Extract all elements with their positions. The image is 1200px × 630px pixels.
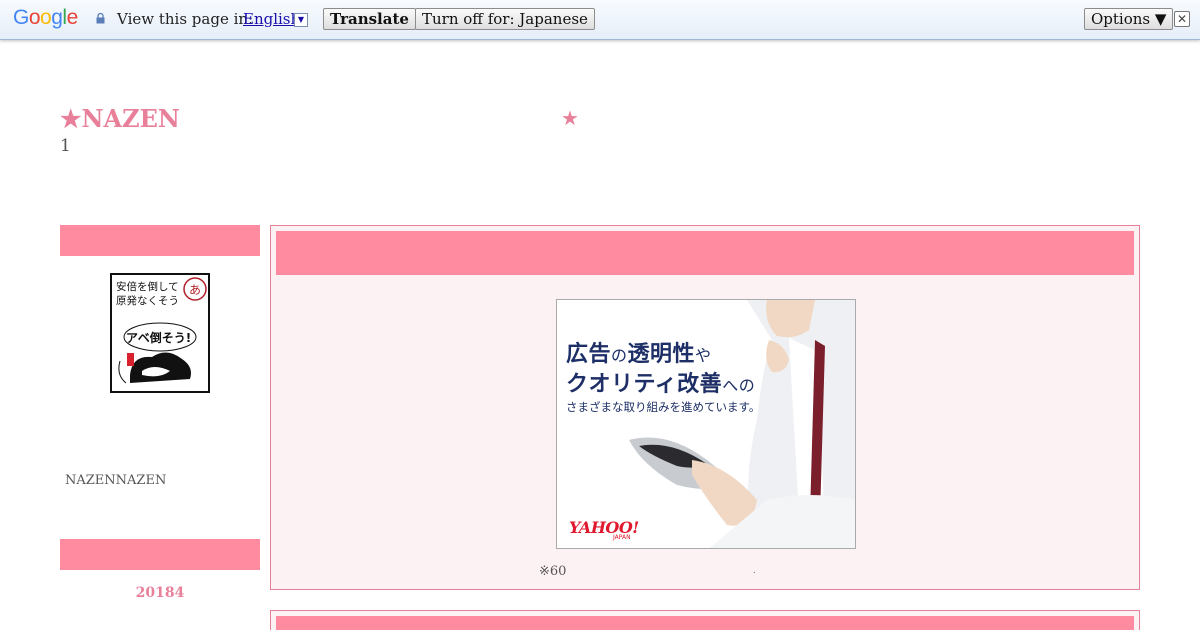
translate-bar: Google View this page in: English ▼ Tran… [0, 0, 1200, 40]
blog-description: 1 [60, 136, 71, 156]
blog-title[interactable]: ★NAZEN [60, 104, 180, 133]
sidebar-profile-header [60, 225, 260, 256]
post-header-2 [276, 616, 1134, 630]
turn-off-button[interactable]: Turn off for: Japanese [415, 8, 595, 30]
post-header [276, 231, 1134, 275]
svg-text:安倍を倒して: 安倍を倒して [116, 280, 179, 293]
view-page-label: View this page in: [117, 10, 254, 28]
ad-headline-2: クオリティ改善への [566, 372, 756, 397]
language-link[interactable]: English [243, 10, 300, 28]
svg-text:原発なくそう: 原発なくそう [116, 294, 179, 307]
ad-headline-1: 広告の透明性や [566, 342, 712, 367]
yahoo-ad-banner[interactable]: 広告の透明性や クオリティ改善への さまざまな取り組みを進めています。 YAHO… [556, 299, 856, 549]
yahoo-logo-sub: JAPAN [613, 534, 631, 541]
lock-icon [96, 13, 105, 24]
star-icon: ★ [561, 106, 579, 130]
close-icon[interactable]: ✕ [1174, 11, 1190, 27]
ad-subtext: さまざまな取り組みを進めています。 [566, 400, 761, 414]
ad-note-dot: . [753, 566, 756, 575]
sidebar-archive-header [60, 539, 260, 570]
svg-text:アベ倒そう!: アベ倒そう! [126, 330, 191, 345]
ad-note: ※60 [539, 564, 567, 579]
svg-text:あ: あ [189, 283, 201, 297]
profile-illustration: 安倍を倒して 原発なくそう あ アベ倒そう! [112, 275, 208, 391]
google-logo: Google [13, 6, 78, 29]
post-container: 広告の透明性や クオリティ改善への さまざまな取り組みを進めています。 YAHO… [270, 225, 1140, 590]
options-button[interactable]: Options ▼ [1084, 8, 1174, 30]
profile-image[interactable]: 安倍を倒して 原発なくそう あ アベ倒そう! [110, 273, 210, 393]
profile-name: NAZENNAZEN [65, 473, 167, 488]
language-dropdown-icon[interactable]: ▼ [294, 13, 308, 27]
post-container-2 [270, 610, 1140, 630]
translate-button[interactable]: Translate [323, 8, 416, 30]
archive-link[interactable]: 20184 [60, 585, 260, 601]
